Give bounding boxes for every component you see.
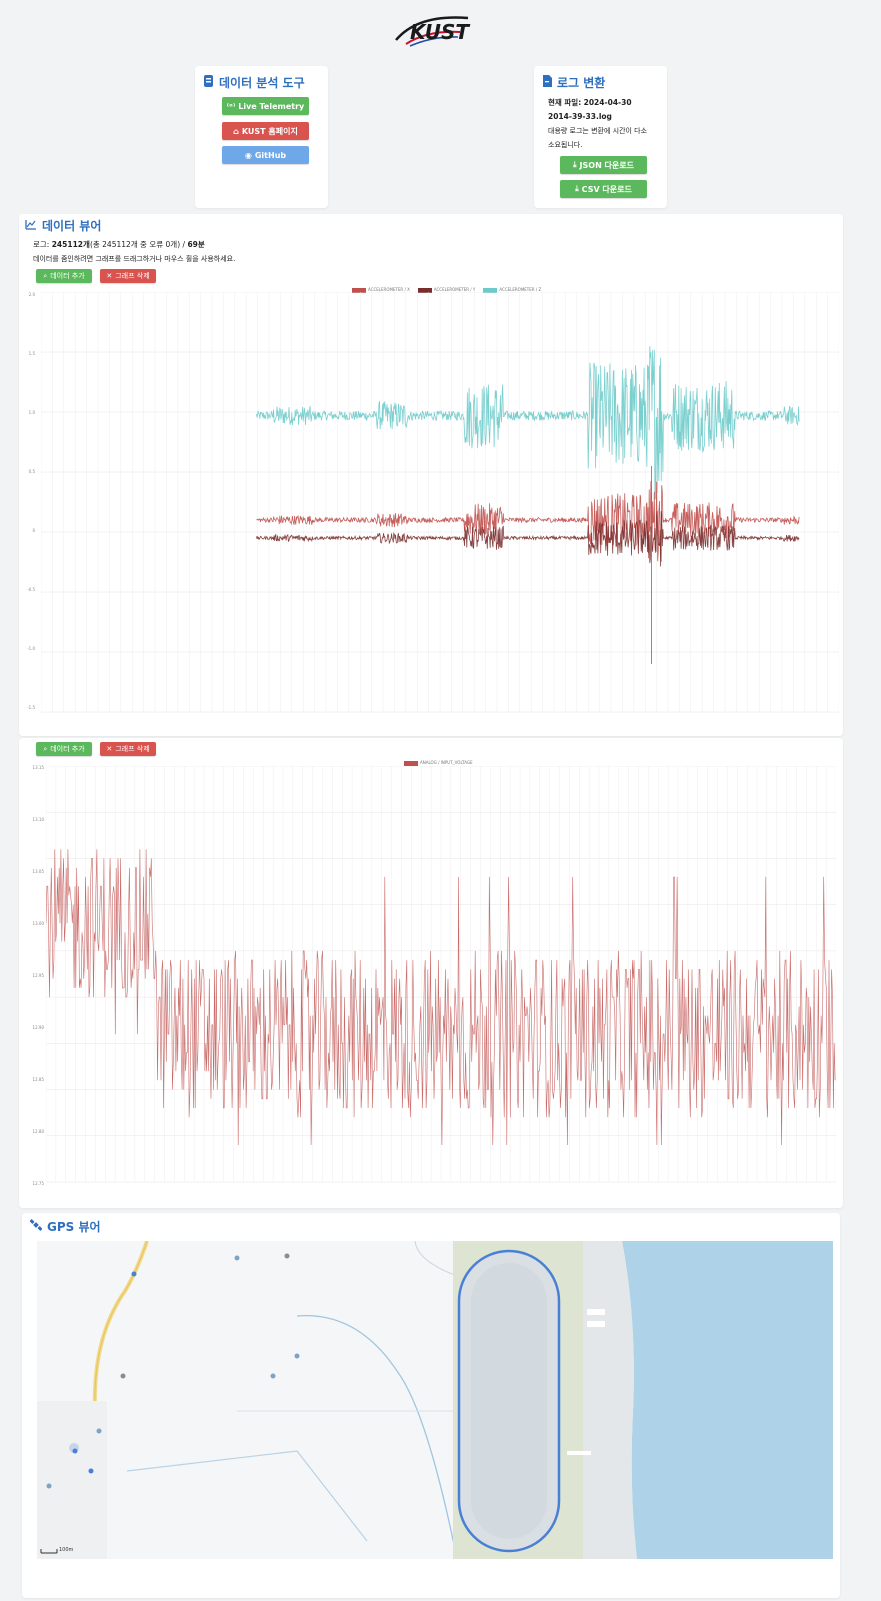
log-count: 245112개 <box>51 240 90 249</box>
y-tick: -1.0 <box>27 646 35 651</box>
viewer-title-text: 데이터 뷰어 <box>42 219 102 233</box>
json-download-label: JSON 다운로드 <box>579 160 634 170</box>
y-tick: 2.0 <box>28 292 35 297</box>
tools-title-text: 데이터 분석 도구 <box>219 76 305 90</box>
y-tick: 0 <box>32 528 35 533</box>
home-icon: ⌂ <box>233 126 239 136</box>
series-z-line <box>256 346 800 500</box>
gps-title-text: GPS 뷰어 <box>47 1220 101 1234</box>
github-label: GitHub <box>254 150 287 160</box>
convert-note-2: 소요됩니다. <box>548 141 583 149</box>
add-data-label: 데이터 추가 <box>50 745 85 753</box>
y-tick: 12.80 <box>32 1129 44 1134</box>
delete-graph-button-1[interactable]: ✕ 그래프 삭제 <box>100 269 156 283</box>
chart2-grid <box>46 766 836 1183</box>
y-tick: 0.5 <box>28 469 35 474</box>
sea-area <box>622 1241 833 1559</box>
database-icon <box>203 75 214 90</box>
current-file-label: 현재 파일: <box>548 98 582 107</box>
log-summary: 로그: 245112개(총 245112개 중 오류 0개) / 69분 <box>33 239 205 250</box>
github-icon: ◉ <box>244 150 252 160</box>
download-icon: ⤓ <box>575 184 579 193</box>
convert-card: 로그 변환 현재 파일: 2024-04-30 2014-39-33.log 대… <box>534 66 667 208</box>
voltage-chart[interactable] <box>46 766 836 1206</box>
legend-label-voltage: ANALOG / INPUT_VOLTAGE <box>420 760 473 765</box>
add-data-button-2[interactable]: ⌕ 데이터 추가 <box>36 742 92 756</box>
log-prefix: 로그: <box>33 240 50 249</box>
series-x-line <box>256 480 800 562</box>
satellite-icon <box>29 1219 43 1234</box>
y-tick: 1.5 <box>28 351 35 356</box>
live-telemetry-button[interactable]: ⁽ᵒ⁾ Live Telemetry <box>222 97 309 115</box>
csv-download-button[interactable]: ⤓ CSV 다운로드 <box>560 180 647 198</box>
download-icon: ⤓ <box>572 160 577 169</box>
search-icon: ⌕ <box>43 744 48 753</box>
close-icon: ✕ <box>106 272 113 280</box>
y-tick: 12.90 <box>32 1025 44 1030</box>
chart-icon <box>25 219 37 233</box>
current-file-name-2: 2014-39-33.log <box>548 112 612 121</box>
github-button[interactable]: ◉ GitHub <box>222 146 309 164</box>
svg-text:KUST: KUST <box>410 20 470 44</box>
file-icon <box>542 75 552 90</box>
gps-map[interactable]: 100m <box>37 1241 833 1559</box>
json-download-button[interactable]: ⤓ JSON 다운로드 <box>560 156 647 174</box>
gps-card: GPS 뷰어 100m <box>22 1213 840 1598</box>
y-tick: 12.75 <box>32 1181 44 1186</box>
current-file-name-1: 2024-04-30 <box>583 98 632 107</box>
delete-graph-label: 그래프 삭제 <box>115 745 150 753</box>
convert-info: 현재 파일: 2024-04-30 2014-39-33.log 대용량 로그는… <box>548 96 663 152</box>
tools-card-title: 데이터 분석 도구 <box>203 74 305 91</box>
add-data-label: 데이터 추가 <box>50 272 85 280</box>
log-detail: (총 245112개 중 오류 0개) / <box>89 240 186 249</box>
log-minutes: 69분 <box>187 240 205 249</box>
y-tick: -0.5 <box>27 587 35 592</box>
delete-graph-button-2[interactable]: ✕ 그래프 삭제 <box>100 742 156 756</box>
voltage-chart-card: ⌕ 데이터 추가 ✕ 그래프 삭제 ANALOG / INPUT_VOLTAGE… <box>19 738 843 1208</box>
close-icon: ✕ <box>106 745 113 753</box>
gps-title: GPS 뷰어 <box>29 1218 101 1235</box>
y-tick: 13.10 <box>32 817 44 822</box>
kust-logo-mark: KUST <box>395 16 470 47</box>
tools-card: 데이터 분석 도구 ⁽ᵒ⁾ Live Telemetry ⌂ KUST 홈페이지… <box>195 66 328 208</box>
map-canvas <box>37 1241 833 1559</box>
y-tick: 12.85 <box>32 1077 44 1082</box>
map-scale-label: 100m <box>59 1547 74 1553</box>
y-tick: 13.15 <box>32 765 44 770</box>
data-viewer-title: 데이터 뷰어 <box>25 217 101 234</box>
y-tick: 12.95 <box>32 973 44 978</box>
zoom-hint: 데이터를 줌인하려면 그래프를 드래그하거나 마우스 휠을 사용하세요. <box>33 255 236 263</box>
y-tick: 13.05 <box>32 869 44 874</box>
kust-home-label: KUST 홈페이지 <box>241 126 298 136</box>
legend-item-voltage: ANALOG / INPUT_VOLTAGE <box>404 760 473 766</box>
chart2-legend: ANALOG / INPUT_VOLTAGE <box>404 760 473 766</box>
accelerometer-chart[interactable] <box>41 292 839 732</box>
antenna-icon: ⁽ᵒ⁾ <box>226 101 236 111</box>
search-icon: ⌕ <box>43 271 48 280</box>
y-tick: 1.0 <box>28 410 35 415</box>
convert-title-text: 로그 변환 <box>557 76 606 90</box>
data-viewer-card: 데이터 뷰어 로그: 245112개(총 245112개 중 오류 0개) / … <box>19 214 843 736</box>
y-tick: 13.00 <box>32 921 44 926</box>
chart1-grid <box>41 292 839 713</box>
kust-logo: KUST <box>388 10 478 50</box>
add-data-button-1[interactable]: ⌕ 데이터 추가 <box>36 269 92 283</box>
kust-home-button[interactable]: ⌂ KUST 홈페이지 <box>222 122 309 140</box>
csv-download-label: CSV 다운로드 <box>581 184 632 194</box>
delete-graph-label: 그래프 삭제 <box>115 272 150 280</box>
convert-note-1: 대용량 로그는 변환에 시간이 다소 <box>548 127 648 135</box>
convert-card-title: 로그 변환 <box>542 74 605 91</box>
y-tick: -1.5 <box>27 705 35 710</box>
live-telemetry-label: Live Telemetry <box>238 101 305 111</box>
